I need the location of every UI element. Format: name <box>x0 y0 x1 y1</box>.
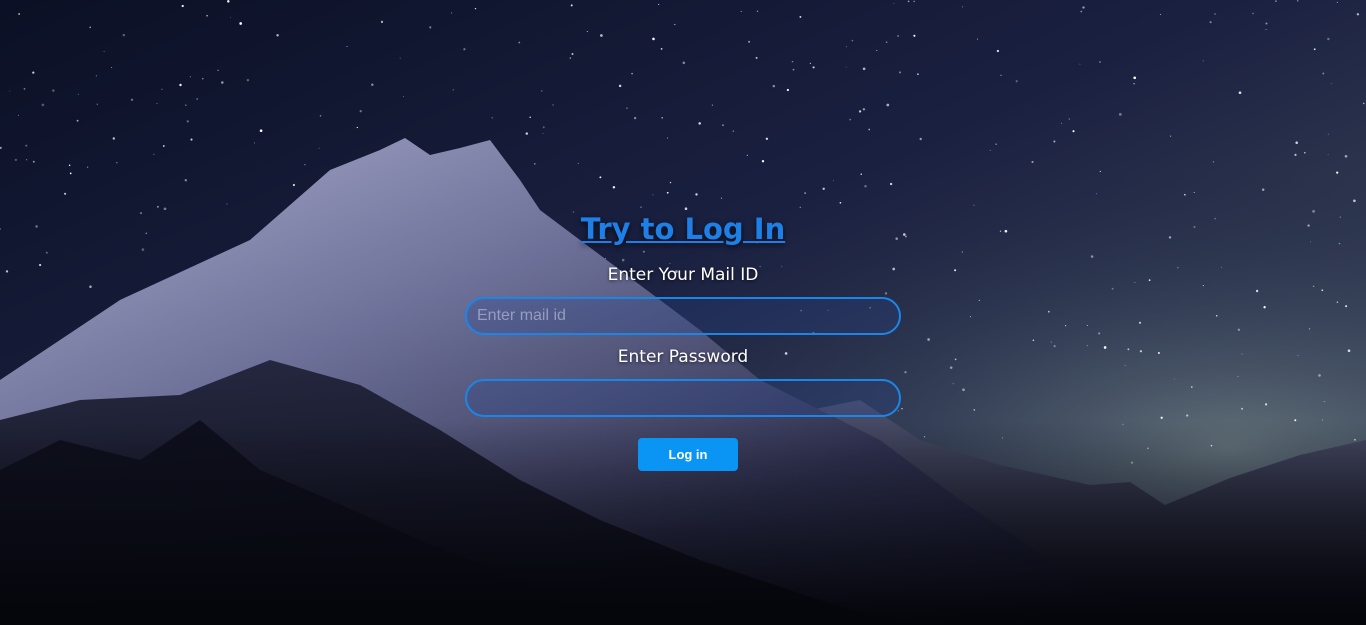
mail-label: Enter Your Mail ID <box>607 265 759 285</box>
password-input[interactable] <box>465 379 901 417</box>
login-button[interactable]: Log in <box>638 438 738 471</box>
page-title-link[interactable]: Try to Log In <box>0 212 1366 246</box>
login-form: Try to Log In Enter Your Mail ID Enter P… <box>0 0 1366 625</box>
mail-input[interactable] <box>465 297 901 335</box>
password-label: Enter Password <box>617 347 749 367</box>
